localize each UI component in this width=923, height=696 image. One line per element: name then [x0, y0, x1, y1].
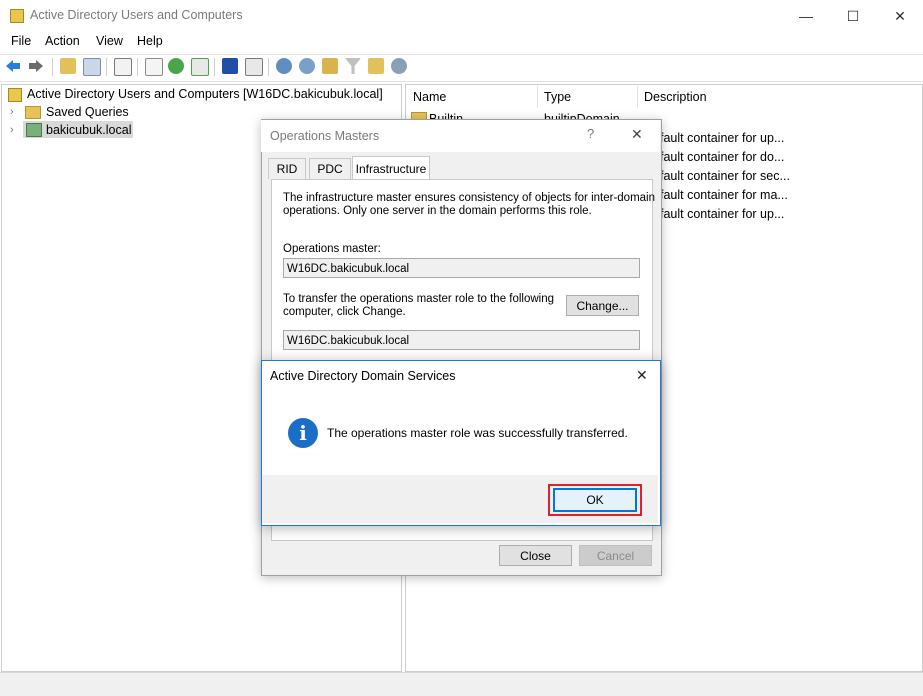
find-icon[interactable] [368, 58, 384, 74]
column-header-name[interactable]: Name [413, 90, 446, 104]
message-box-close-button[interactable]: ✕ [636, 367, 648, 384]
column-divider[interactable] [637, 86, 638, 108]
tree-item-domain[interactable]: bakicubuk.local [46, 123, 131, 137]
list-item-description[interactable]: fault container for up... [660, 207, 784, 221]
toolbar-separator [106, 58, 107, 76]
action-pane-icon[interactable] [245, 58, 263, 76]
export-list-icon[interactable] [191, 58, 209, 76]
back-arrow-icon[interactable] [5, 59, 21, 73]
infrastructure-description-line: The infrastructure master ensures consis… [283, 192, 655, 204]
clipboard-icon[interactable] [114, 58, 132, 76]
transfer-instruction-line: computer, click Change. [283, 306, 406, 318]
tree-root[interactable]: Active Directory Users and Computers [W1… [27, 87, 383, 101]
domain-icon [26, 123, 42, 137]
expand-chevron-icon[interactable]: › [10, 124, 14, 136]
message-text: The operations master role was successfu… [327, 426, 628, 440]
tab-rid[interactable]: RID [268, 158, 306, 179]
properties-icon[interactable] [145, 58, 163, 76]
list-item-description[interactable]: fault container for do... [660, 150, 784, 164]
toolbar-separator [214, 58, 215, 76]
maximize-button[interactable]: ☐ [830, 0, 876, 32]
menu-help[interactable]: Help [137, 34, 163, 48]
close-button[interactable]: ✕ [877, 0, 923, 32]
tree-item-saved-queries[interactable]: Saved Queries [46, 105, 129, 119]
tab-infrastructure[interactable]: Infrastructure [352, 156, 430, 180]
close-dialog-button[interactable]: Close [499, 545, 572, 566]
menu-view[interactable]: View [96, 34, 123, 48]
list-item-description[interactable]: fault container for ma... [660, 188, 788, 202]
new-group-icon[interactable] [299, 58, 315, 74]
list-item-description[interactable]: fault container for up... [660, 131, 784, 145]
folder-icon [25, 106, 41, 119]
help-button[interactable]: ? [587, 126, 594, 141]
transfer-target-field: W16DC.bakicubuk.local [283, 330, 640, 350]
toolbar [0, 54, 923, 82]
show-tree-icon[interactable] [83, 58, 101, 76]
transfer-instruction-line: To transfer the operations master role t… [283, 293, 555, 305]
list-item-description[interactable]: fault container for sec... [660, 169, 790, 183]
operations-master-field: W16DC.bakicubuk.local [283, 258, 640, 278]
tab-pdc[interactable]: PDC [309, 158, 351, 179]
operations-masters-close-button[interactable]: ✕ [631, 126, 643, 143]
menu-file[interactable]: File [11, 34, 31, 48]
forward-arrow-icon[interactable] [28, 59, 44, 73]
info-icon: i [288, 418, 318, 448]
change-button[interactable]: Change... [566, 295, 639, 316]
add-to-group-icon[interactable] [391, 58, 407, 74]
minimize-button[interactable]: — [783, 0, 829, 32]
column-divider[interactable] [537, 86, 538, 108]
help-icon[interactable] [222, 58, 238, 74]
operations-master-label: Operations master: [283, 243, 381, 255]
refresh-icon[interactable] [168, 58, 184, 74]
ok-button[interactable]: OK [553, 488, 637, 512]
up-folder-icon[interactable] [60, 58, 76, 74]
cancel-button[interactable]: Cancel [579, 545, 652, 566]
column-header-type[interactable]: Type [544, 90, 571, 104]
window-title: Active Directory Users and Computers [30, 8, 243, 22]
column-header-description[interactable]: Description [644, 90, 707, 104]
new-user-icon[interactable] [276, 58, 292, 74]
message-box-title: Active Directory Domain Services [270, 369, 456, 383]
new-ou-icon[interactable] [322, 58, 338, 74]
operations-masters-title: Operations Masters [270, 129, 380, 143]
toolbar-separator [268, 58, 269, 76]
aduc-root-icon [8, 88, 22, 102]
toolbar-separator [52, 58, 53, 76]
infrastructure-description-line: operations. Only one server in the domai… [283, 205, 592, 217]
menu-action[interactable]: Action [45, 34, 80, 48]
expand-chevron-icon[interactable]: › [10, 106, 14, 118]
status-bar [0, 672, 923, 696]
aduc-app-icon [10, 9, 24, 23]
toolbar-separator [137, 58, 138, 76]
